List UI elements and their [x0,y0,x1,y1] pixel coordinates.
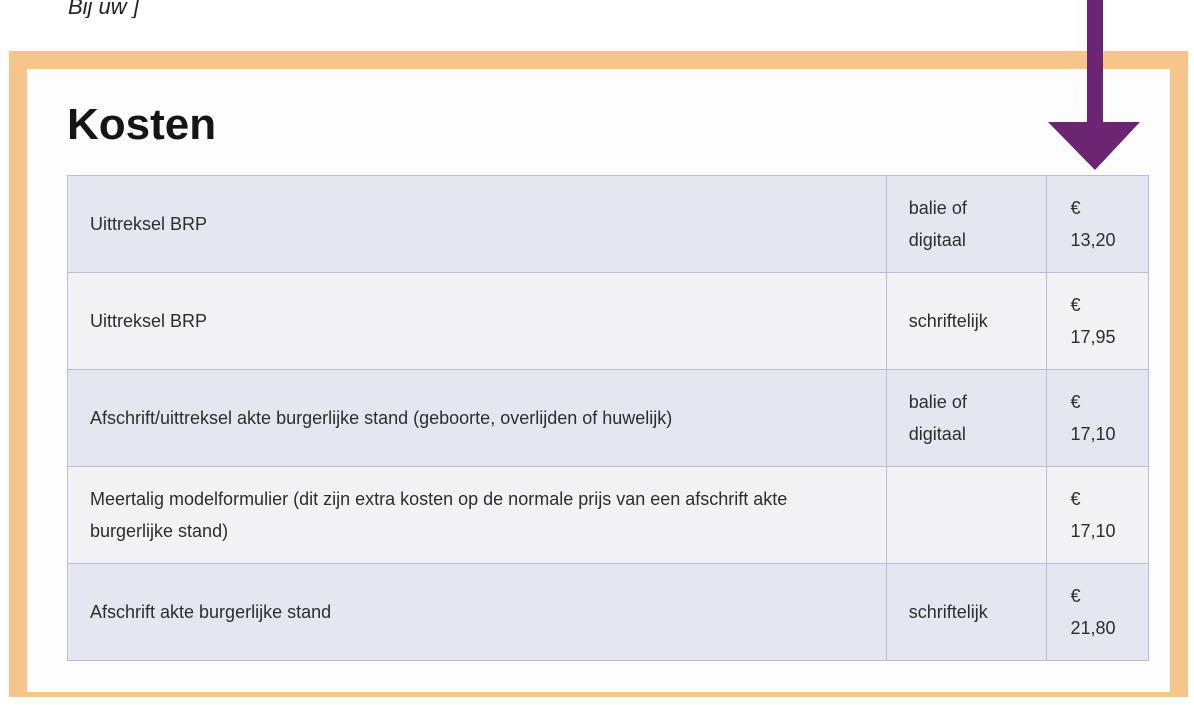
arrow-down-icon [1048,0,1140,170]
page: Bij uw ] Kosten Uittreksel BRP balie of … [0,0,1194,705]
costs-table: Uittreksel BRP balie of digitaal € 13,20… [67,175,1150,661]
price-amount: 17,10 [1070,424,1116,444]
table-row: Afschrift/uittreksel akte burgerlijke st… [67,369,1150,467]
row-description: Afschrift/uittreksel akte burgerlijke st… [67,369,887,467]
row-price: € 21,80 [1045,563,1150,661]
price-currency: € [1070,392,1081,412]
section-heading: Kosten [67,100,217,149]
price-amount: 17,95 [1070,327,1116,347]
row-price: € 17,95 [1045,272,1150,370]
top-cut-text: Bij uw ] [68,0,139,18]
row-method: schriftelijk [885,563,1047,661]
row-description: Uittreksel BRP [67,175,887,273]
row-method: balie of digitaal [885,175,1047,273]
table-row: Uittreksel BRP balie of digitaal € 13,20 [67,175,1150,273]
arrow-shape [1048,0,1140,170]
price-currency: € [1070,198,1081,218]
table-row: Uittreksel BRP schriftelijk € 17,95 [67,272,1150,370]
price-currency: € [1070,295,1081,315]
row-description: Meertalig modelformulier (dit zijn extra… [67,466,887,564]
price-amount: 13,20 [1070,230,1116,250]
row-method: balie of digitaal [885,369,1047,467]
price-amount: 17,10 [1070,521,1116,541]
table-row: Afschrift akte burgerlijke stand schrift… [67,563,1150,661]
price-currency: € [1070,586,1081,606]
row-price: € 13,20 [1045,175,1150,273]
row-price: € 17,10 [1045,466,1150,564]
row-method [885,466,1047,564]
row-description: Uittreksel BRP [67,272,887,370]
price-amount: 21,80 [1070,618,1116,638]
row-description: Afschrift akte burgerlijke stand [67,563,887,661]
row-method: schriftelijk [885,272,1047,370]
top-text-clip: Bij uw ] [0,0,1194,18]
table-row: Meertalig modelformulier (dit zijn extra… [67,466,1150,564]
row-price: € 17,10 [1045,369,1150,467]
price-currency: € [1070,489,1081,509]
